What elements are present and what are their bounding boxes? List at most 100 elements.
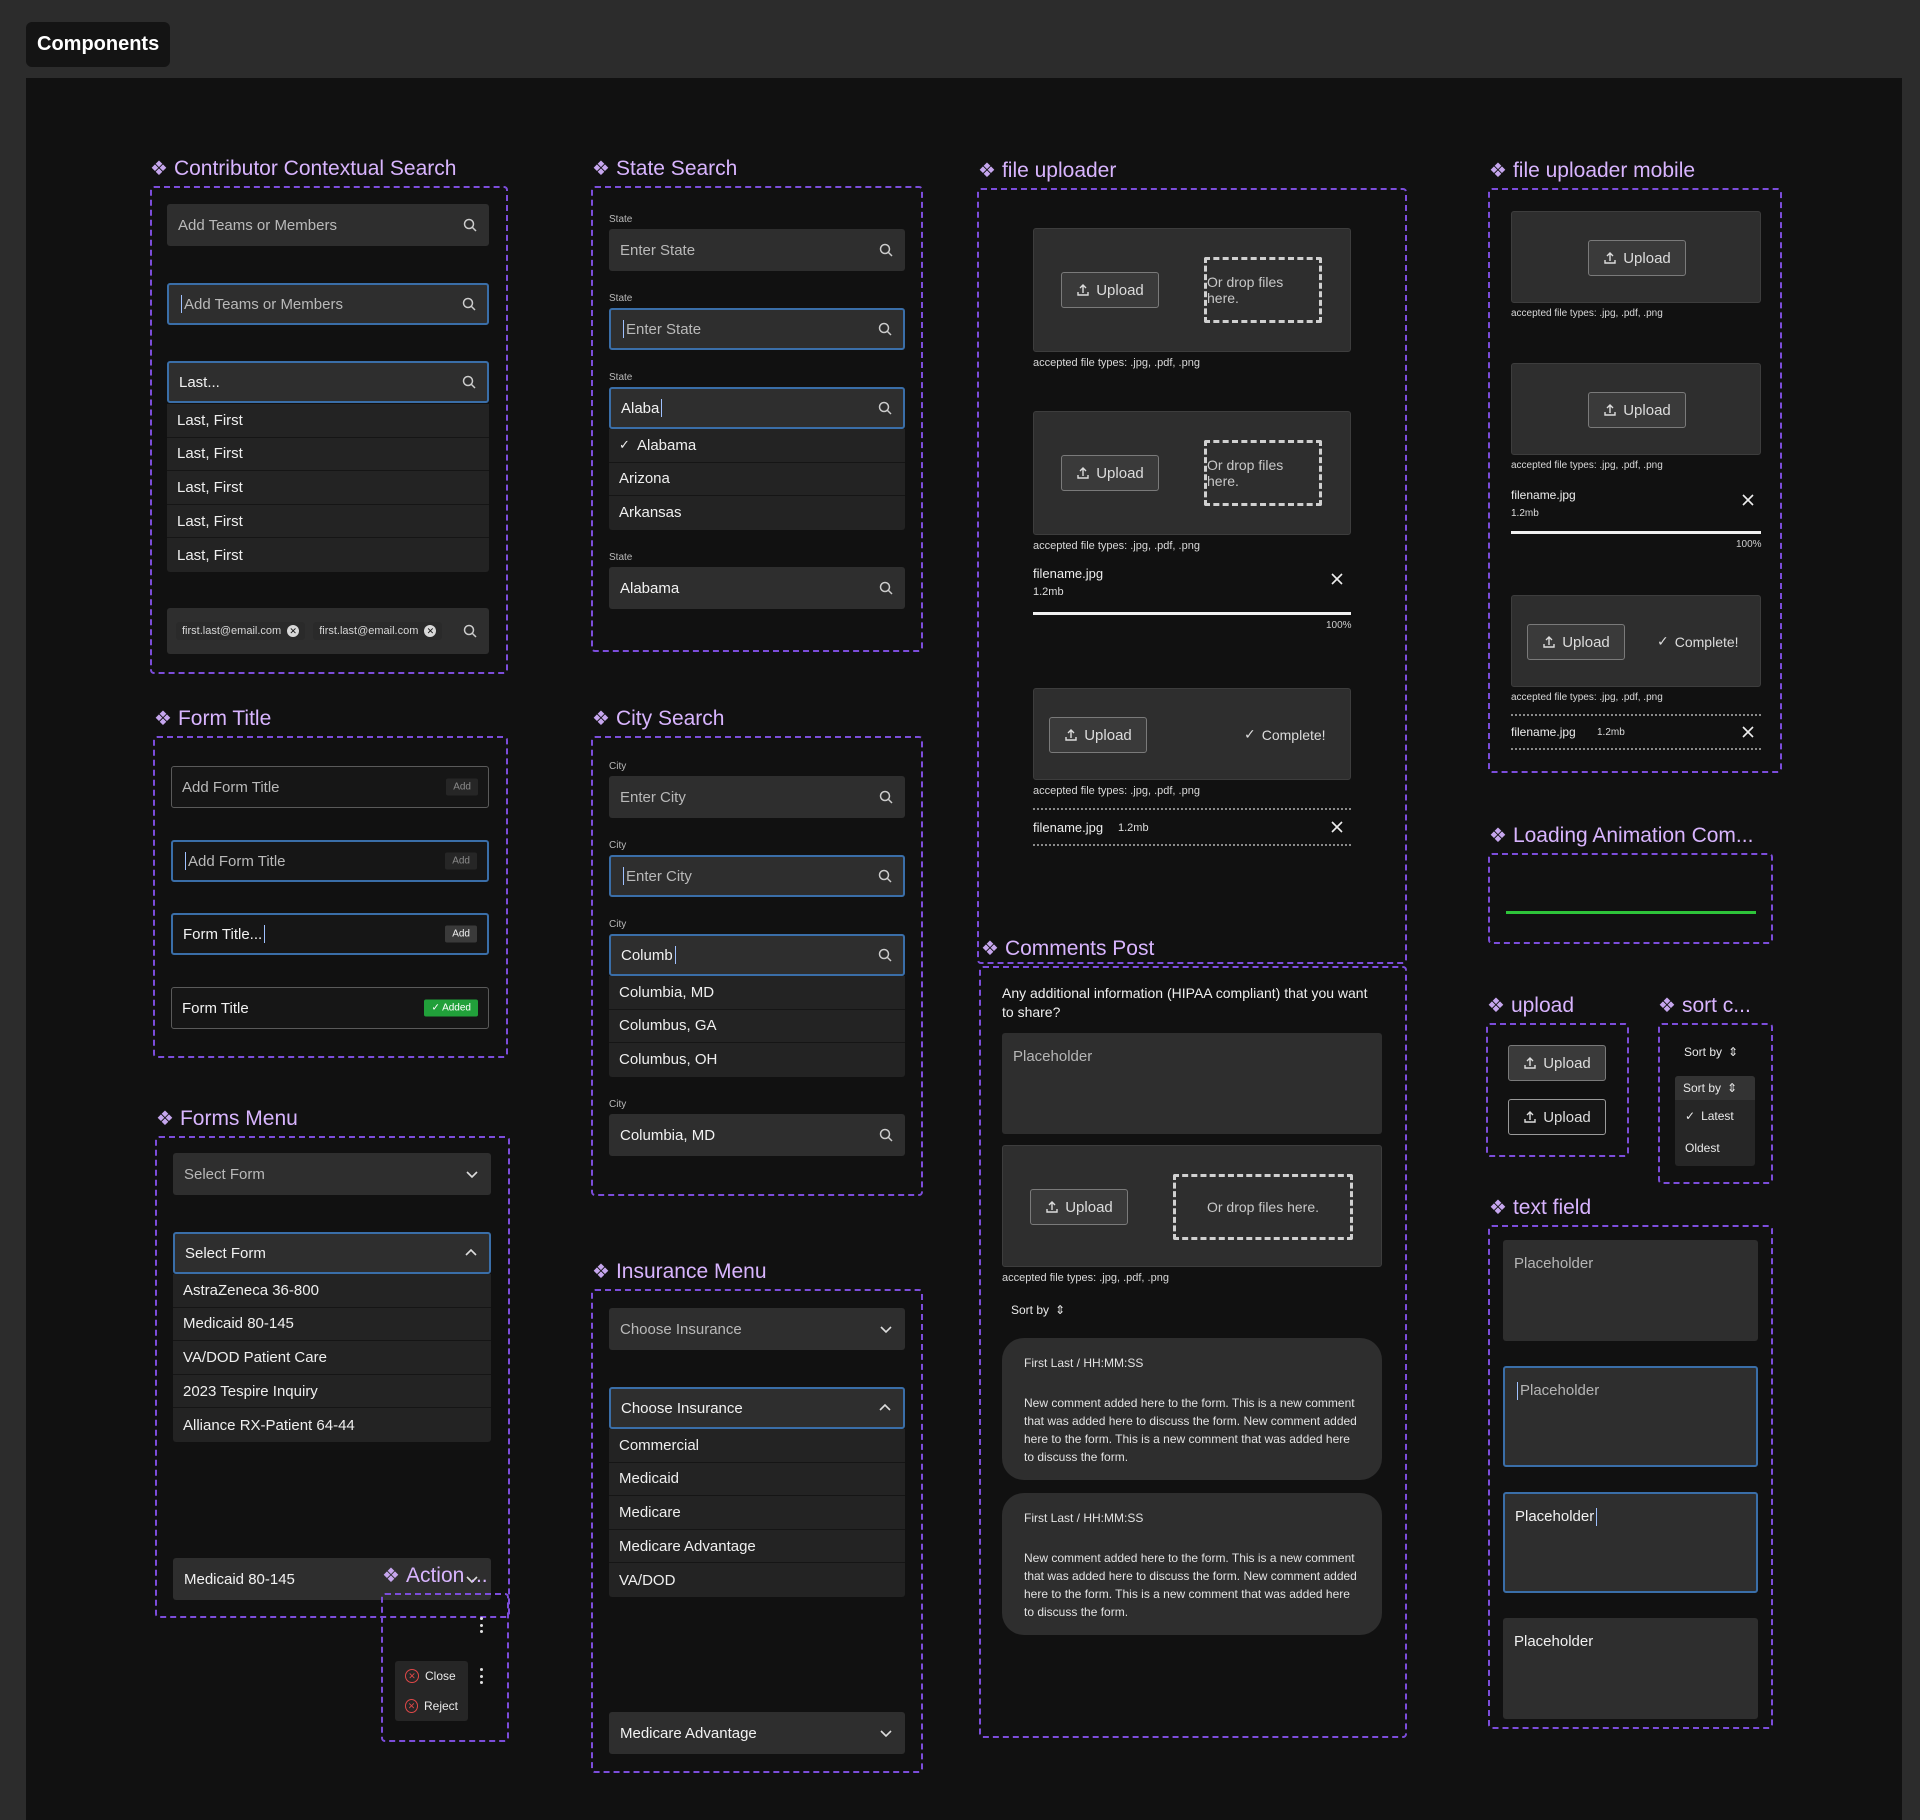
state-placeholder: Enter State	[626, 320, 702, 338]
list-item[interactable]: Columbus, GA	[609, 1010, 905, 1044]
list-item[interactable]: 2023 Tespire Inquiry	[173, 1375, 491, 1409]
close-icon[interactable]	[1740, 492, 1756, 508]
drop-label: Or drop files here.	[1207, 274, 1284, 306]
form-title-input-added[interactable]: Form Title ✓ Added	[171, 987, 489, 1029]
list-item[interactable]: Medicaid	[609, 1463, 905, 1497]
sort-option-latest[interactable]: ✓ Latest	[1675, 1100, 1755, 1132]
upload-button-outline[interactable]: Upload	[1508, 1099, 1606, 1135]
upload-label: Upload	[1096, 281, 1144, 299]
form-title-input[interactable]: Add Form Title Add	[171, 766, 489, 808]
list-item[interactable]: Commercial	[609, 1429, 905, 1463]
drop-zone[interactable]: Or drop files here.	[1204, 440, 1322, 506]
insurance-select-selected[interactable]: Medicare Advantage	[609, 1712, 905, 1754]
close-icon[interactable]	[1329, 571, 1345, 587]
upload-button[interactable]: Upload	[1588, 392, 1686, 428]
upload-complete-card: Upload ✓ Complete!	[1033, 688, 1351, 780]
list-item[interactable]: ✓ Alabama	[609, 429, 905, 463]
file-size: 1.2mb	[1511, 508, 1539, 519]
city-input[interactable]: Enter City	[609, 776, 905, 818]
comment-textarea[interactable]: Placeholder	[1002, 1033, 1382, 1134]
sort-by-control[interactable]: Sort by ⇕	[1011, 1303, 1065, 1317]
list-item[interactable]: AstraZeneca 36-800	[173, 1274, 491, 1308]
upload-button[interactable]: Upload	[1030, 1189, 1128, 1225]
sort-by-control-open[interactable]: Sort by ⇕	[1675, 1076, 1755, 1100]
list-item[interactable]: Alliance RX-Patient 64-44	[173, 1408, 491, 1442]
city-input-selected[interactable]: Columbia, MD	[609, 1114, 905, 1156]
state-input-focused[interactable]: Enter State	[609, 308, 905, 350]
close-icon[interactable]	[1740, 724, 1756, 740]
insurance-select-open[interactable]: Choose Insurance	[609, 1387, 905, 1429]
forms-select-open[interactable]: Select Form	[173, 1232, 491, 1274]
form-title-input-focused[interactable]: Add Form Title Add	[171, 840, 489, 882]
list-item[interactable]: Last, First	[167, 404, 489, 438]
state-input-selected[interactable]: Alabama	[609, 567, 905, 609]
sort-arrows-icon: ⇕	[1055, 1303, 1066, 1317]
section-title-contributor-search: ❖ Contributor Contextual Search	[150, 156, 456, 181]
upload-button[interactable]: Upload	[1588, 240, 1686, 276]
list-item[interactable]: Medicare	[609, 1496, 905, 1530]
form-title-input-typing[interactable]: Form Title... Add	[171, 913, 489, 955]
action-reject[interactable]: ✕ Reject	[395, 1691, 468, 1721]
sort-option-label: Latest	[1701, 1109, 1734, 1123]
page-tab[interactable]: Components	[26, 22, 171, 67]
state-input-typing[interactable]: Alaba	[609, 387, 905, 429]
kebab-menu-icon[interactable]	[479, 1668, 483, 1684]
sort-by-control[interactable]: Sort by ⇕	[1684, 1045, 1738, 1059]
action-close[interactable]: ✕ Close	[395, 1661, 468, 1691]
section-title-form-title: ❖ Form Title	[154, 706, 271, 731]
text-field-placeholder: Placeholder	[1520, 1382, 1600, 1399]
text-field-typing[interactable]: Placeholder	[1503, 1492, 1758, 1593]
list-item[interactable]: Medicaid 80-145	[173, 1308, 491, 1342]
text-field[interactable]: Placeholder	[1503, 1240, 1758, 1341]
upload-button[interactable]: Upload	[1061, 272, 1159, 308]
drop-zone[interactable]: Or drop files here.	[1173, 1174, 1353, 1240]
upload-button[interactable]: Upload	[1527, 624, 1625, 660]
kebab-menu-icon[interactable]	[479, 1617, 483, 1633]
upload-button[interactable]: Upload	[1049, 717, 1147, 753]
chip-remove-icon[interactable]: ✕	[424, 625, 437, 637]
sort-option-oldest[interactable]: Oldest	[1675, 1132, 1755, 1164]
list-item[interactable]: Medicare Advantage	[609, 1530, 905, 1564]
add-button[interactable]: Add	[445, 852, 477, 870]
add-button[interactable]: Add	[445, 925, 477, 943]
forms-selected-value: Medicaid 80-145	[184, 1570, 295, 1588]
sort-option-label: Oldest	[1685, 1141, 1720, 1155]
contributor-search-input[interactable]: Add Teams or Members	[167, 204, 489, 246]
list-item[interactable]: VA/DOD	[609, 1563, 905, 1597]
added-badge: ✓ Added	[424, 999, 478, 1017]
insurance-select[interactable]: Choose Insurance	[609, 1308, 905, 1350]
state-input[interactable]: Enter State	[609, 229, 905, 271]
check-icon: ✓	[1244, 726, 1256, 742]
list-item[interactable]: Columbia, MD	[609, 976, 905, 1010]
text-caret	[1517, 1382, 1518, 1401]
search-placeholder: Add Teams or Members	[178, 216, 337, 234]
list-item[interactable]: Last, First	[167, 538, 489, 572]
list-item[interactable]: VA/DOD Patient Care	[173, 1341, 491, 1375]
comment-body: New comment added here to the form. This…	[1024, 1551, 1357, 1619]
list-item[interactable]: Last, First	[167, 505, 489, 539]
text-caret	[181, 295, 182, 313]
text-caret	[623, 320, 624, 338]
list-item[interactable]: Last, First	[167, 438, 489, 472]
add-button[interactable]: Add	[446, 778, 478, 796]
forms-select[interactable]: Select Form	[173, 1153, 491, 1195]
city-input-typing[interactable]: Columb	[609, 934, 905, 976]
city-input-focused[interactable]: Enter City	[609, 855, 905, 897]
contributor-search-input-focused[interactable]: Add Teams or Members	[167, 283, 489, 325]
list-item[interactable]: Arkansas	[609, 496, 905, 530]
close-icon[interactable]	[1329, 819, 1345, 835]
list-item[interactable]: Last, First	[167, 471, 489, 505]
drop-zone[interactable]: Or drop files here.	[1204, 257, 1322, 323]
chip-remove-icon[interactable]: ✕	[287, 625, 300, 637]
upload-button[interactable]: Upload	[1508, 1045, 1606, 1081]
upload-button[interactable]: Upload	[1061, 455, 1159, 491]
list-item[interactable]: Columbus, OH	[609, 1043, 905, 1077]
list-item[interactable]: Arizona	[609, 463, 905, 497]
contributor-search-input-typing[interactable]: Last...	[167, 361, 489, 403]
state-label: State	[609, 552, 633, 563]
text-field-filled[interactable]: Placeholder	[1503, 1618, 1758, 1719]
text-field-focused[interactable]: Placeholder	[1503, 1366, 1758, 1467]
section-title-text: Insurance Menu	[615, 1259, 767, 1283]
comment-meta: First Last / HH:MM:SS	[1024, 1356, 1144, 1370]
contributor-chip-input[interactable]: first.last@email.com ✕ first.last@email.c…	[167, 608, 489, 654]
